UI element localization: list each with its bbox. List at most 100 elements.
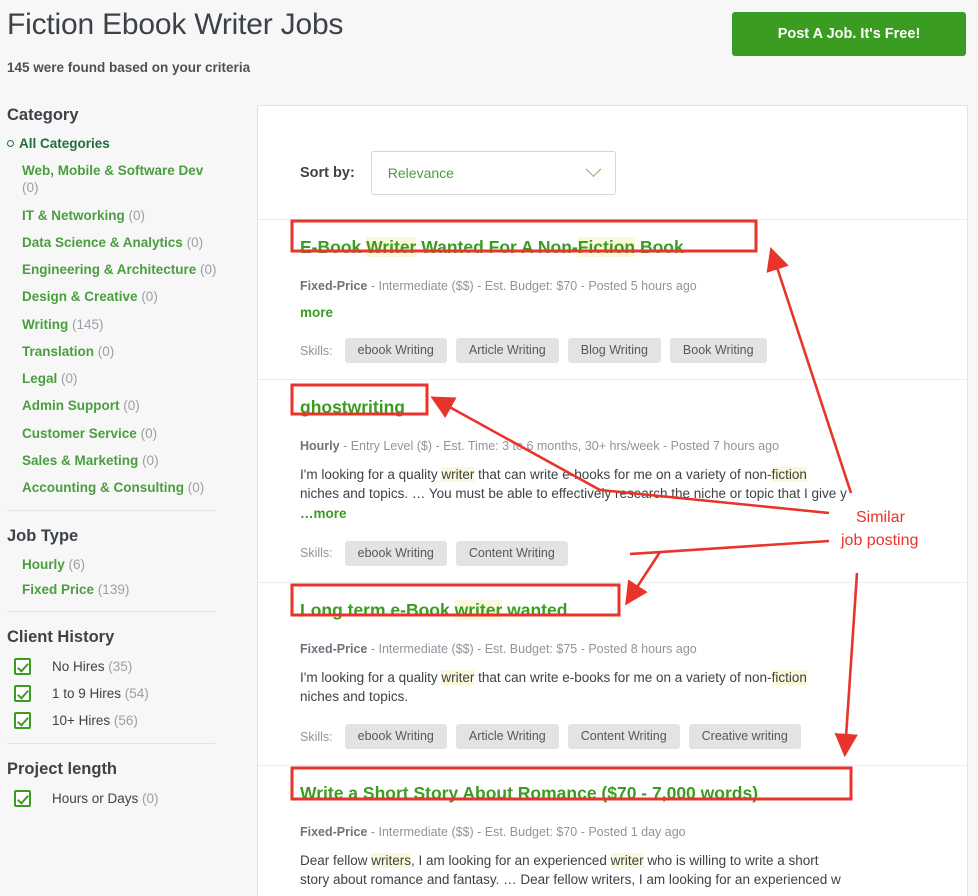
job-title-link[interactable]: Long term e-Book writer wanted: [300, 599, 567, 622]
filter-label: No Hires (35): [52, 659, 133, 675]
job-title-link[interactable]: E-Book Writer Wanted For A Non-Fiction B…: [300, 237, 684, 259]
skill-tag[interactable]: ebook Writing: [344, 724, 447, 750]
sidebar-item-category[interactable]: Translation (0): [22, 343, 221, 360]
job-meta: Fixed-Price - Intermediate ($$) - Est. B…: [300, 824, 927, 840]
search-term-highlight: fiction: [771, 669, 807, 685]
facet-title-category: Category: [7, 106, 79, 124]
skill-tag[interactable]: Content Writing: [567, 724, 680, 750]
more-link[interactable]: …more: [300, 506, 347, 521]
job-type-label: Fixed-Price: [300, 278, 368, 293]
sidebar-item-job-type[interactable]: Hourly (6): [22, 557, 221, 572]
sidebar-item-category[interactable]: Customer Service (0): [22, 425, 221, 442]
sidebar-item-category[interactable]: IT & Networking (0): [22, 207, 221, 224]
sidebar-item-category[interactable]: Design & Creative (0): [22, 288, 221, 305]
skill-tag[interactable]: ebook Writing: [344, 540, 447, 566]
sort-by-select[interactable]: Relevance: [370, 151, 616, 195]
job-listing: Long term e-Book writer wanted Fixed-Pric…: [258, 581, 967, 765]
sidebar-item-job-type[interactable]: Fixed Price (139): [22, 582, 221, 597]
sidebar-item-count: (0): [61, 371, 78, 387]
sidebar-item-label: Design & Creative: [22, 289, 138, 305]
sidebar-item-all-categories[interactable]: All Categories: [7, 136, 221, 151]
filter-count: (56): [113, 713, 138, 729]
sidebar-item-count: (0): [22, 180, 39, 196]
sidebar-item-label: Web, Mobile & Software Dev: [22, 163, 204, 178]
sidebar-item-category[interactable]: Accounting & Consulting (0): [22, 479, 221, 496]
skills-row: Skills: ebook Writing Article Writing Conte…: [300, 724, 927, 750]
job-listing: E-Book Writer Wanted For A Non-Fiction B…: [258, 219, 967, 379]
result-count: 145 were found based on your criteria: [7, 60, 251, 75]
skills-label: Skills:: [300, 546, 333, 561]
project-length-list: Hours or Days (0): [7, 790, 221, 808]
filter-project-length[interactable]: Hours or Days (0): [14, 790, 221, 808]
job-type-label: Fixed-Price: [300, 825, 368, 840]
checkbox-icon[interactable]: [14, 712, 31, 730]
sidebar-item-count: (0): [187, 480, 205, 496]
sidebar-item-count: (139): [97, 582, 130, 598]
job-meta-details: - Intermediate ($$) - Est. Budget: $70 -…: [367, 825, 686, 840]
skill-tag[interactable]: Article Writing: [455, 338, 559, 364]
filter-client-history[interactable]: 10+ Hires (56): [14, 712, 221, 730]
sidebar-item-count: (0): [141, 289, 158, 305]
filter-client-history[interactable]: No Hires (35): [14, 658, 221, 676]
job-title-link[interactable]: ghostwriting: [300, 397, 405, 419]
sidebar-item-label: All Categories: [19, 136, 110, 151]
sidebar-item-category[interactable]: Admin Support (0): [22, 397, 221, 414]
filter-label: 1 to 9 Hires (54): [52, 686, 149, 702]
skills-row: Skills: ebook Writing Article Writing Blog …: [300, 338, 927, 364]
sidebar-item-category[interactable]: Data Science & Analytics (0): [22, 234, 221, 251]
job-list: E-Book Writer Wanted For A Non-Fiction B…: [258, 219, 967, 896]
sidebar-item-count: (6): [68, 557, 86, 573]
filter-client-history[interactable]: 1 to 9 Hires (54): [14, 685, 221, 703]
sort-by-value: Relevance: [387, 165, 454, 181]
sidebar-item-count: (0): [186, 234, 204, 250]
client-history-list: No Hires (35) 1 to 9 Hires (54) 10+ Hires …: [7, 658, 221, 730]
category-list: Web, Mobile & Software Dev (0) IT & Netwo…: [7, 162, 221, 496]
post-a-job-button[interactable]: Post A Job. It's Free!: [732, 12, 966, 56]
skills-row: Skills: ebook Writing Content Writing: [300, 540, 927, 566]
radio-icon: [7, 140, 14, 147]
sidebar-item-label: Engineering & Architecture: [22, 262, 197, 278]
checkbox-icon[interactable]: [14, 685, 31, 703]
skill-tag[interactable]: Article Writing: [455, 724, 559, 750]
job-meta: Hourly - Entry Level ($) - Est. Time: 3 …: [300, 438, 927, 454]
search-term-highlight: Fiction: [577, 237, 636, 257]
page-title: Fiction Ebook Writer Jobs: [7, 8, 344, 41]
more-link[interactable]: more: [300, 305, 333, 320]
sidebar-item-category[interactable]: Writing (145): [22, 316, 221, 333]
skill-tag[interactable]: ebook Writing: [344, 338, 447, 364]
results-panel: Sort by: Relevance E-Book Writer Wanted …: [257, 105, 968, 896]
sidebar-item-label: Data Science & Analytics: [22, 234, 183, 250]
skill-tag[interactable]: Content Writing: [455, 540, 568, 566]
sidebar-item-label: Fixed Price: [22, 582, 95, 598]
checkbox-icon[interactable]: [14, 790, 31, 808]
skill-tag[interactable]: Blog Writing: [567, 338, 661, 364]
checkbox-icon[interactable]: [14, 658, 31, 676]
sidebar-item-label: Customer Service: [22, 425, 137, 441]
search-term-highlight: writer: [610, 853, 644, 869]
job-listing: ghostwriting Hourly - Entry Level ($) - E…: [258, 379, 967, 582]
sidebar-item-count: (0): [140, 425, 158, 441]
sidebar-item-category[interactable]: Sales & Marketing (0): [22, 452, 221, 469]
facet-title-job-type: Job Type: [7, 527, 79, 546]
search-term-highlight: writers: [371, 853, 412, 869]
job-description: more: [300, 305, 927, 320]
sidebar-item-label: Sales & Marketing: [22, 452, 139, 468]
filter-count: (35): [108, 659, 133, 675]
job-title-link[interactable]: Write a Short Story About Romance ($70 -…: [300, 783, 758, 805]
sidebar-item-category[interactable]: Legal (0): [22, 370, 221, 387]
skill-tag[interactable]: Creative writing: [688, 724, 801, 750]
job-meta-details: - Entry Level ($) - Est. Time: 3 to 6 mo…: [339, 439, 780, 453]
job-meta-details: - Intermediate ($$) - Est. Budget: $75 -…: [367, 641, 697, 656]
search-results-page: Fiction Ebook Writer Jobs 145 were found…: [0, 0, 978, 896]
skill-tag[interactable]: Book Writing: [669, 338, 767, 364]
sidebar-item-category[interactable]: Engineering & Architecture (0): [22, 261, 221, 278]
sidebar-item-count: (0): [142, 452, 159, 468]
search-term-highlight: writer: [454, 599, 503, 620]
job-meta: Fixed-Price - Intermediate ($$) - Est. B…: [300, 278, 927, 294]
filter-label: Hours or Days (0): [52, 791, 159, 807]
sort-bar: Sort by: Relevance: [258, 106, 967, 195]
sidebar-item-label: IT & Networking: [22, 207, 125, 223]
sidebar-item-category[interactable]: Web, Mobile & Software Dev (0): [22, 162, 221, 197]
search-term-highlight: fiction: [771, 467, 807, 483]
more-link[interactable]: …more: [300, 892, 347, 896]
